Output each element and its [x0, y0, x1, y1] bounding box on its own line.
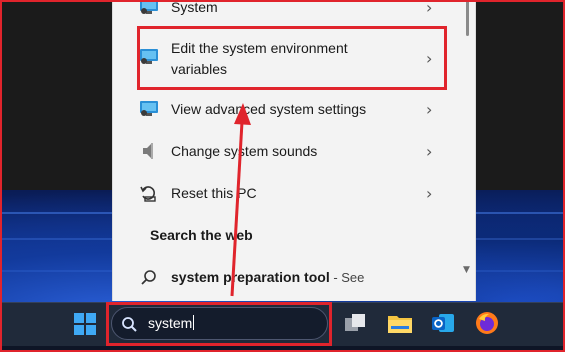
screenshot-frame: [0, 0, 565, 352]
